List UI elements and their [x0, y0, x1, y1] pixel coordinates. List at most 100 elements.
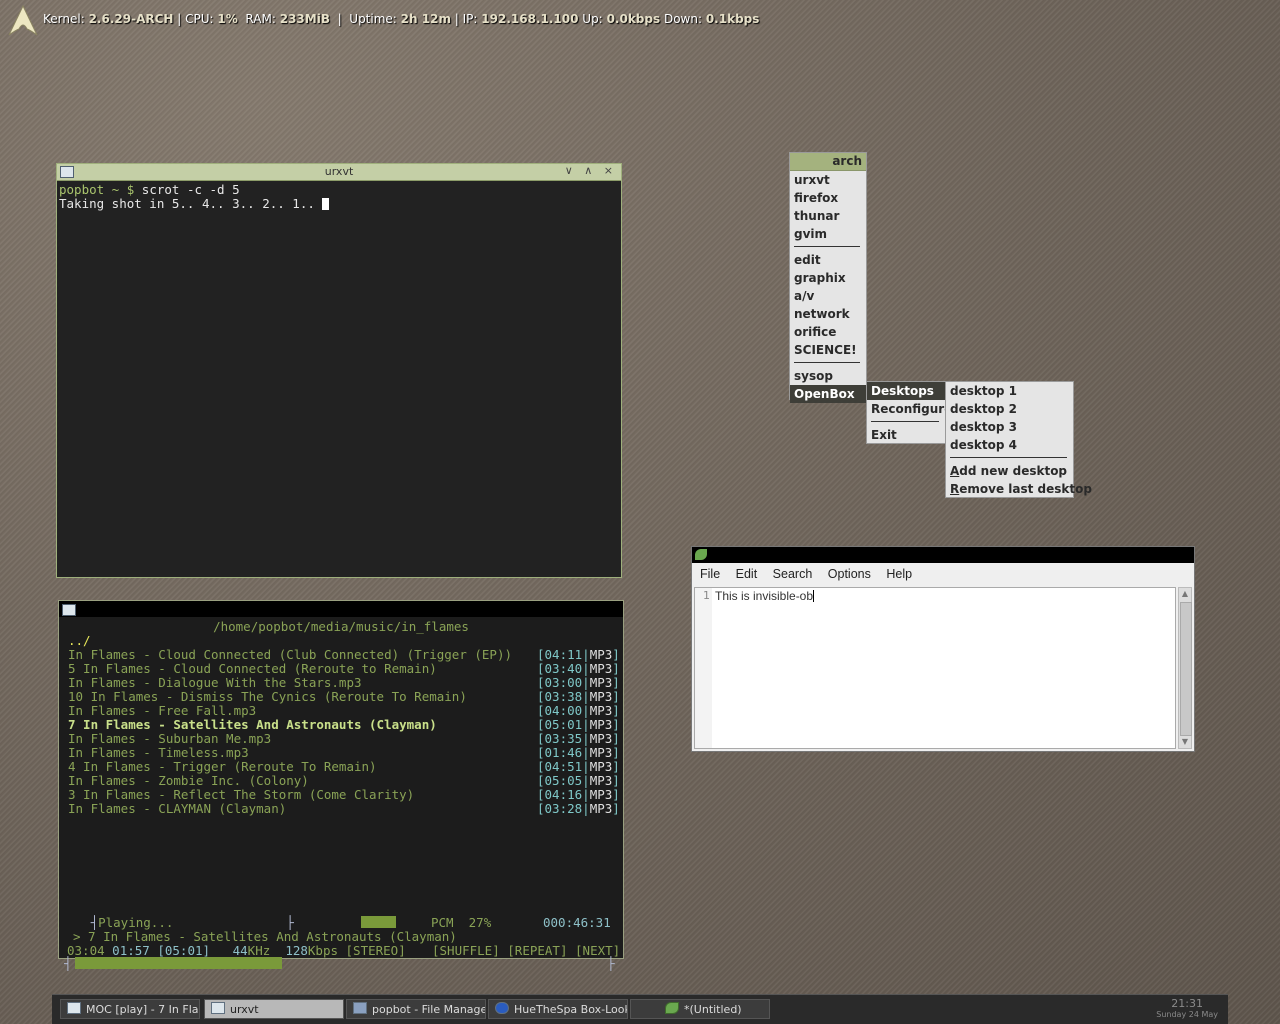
task-editor[interactable]: *(Untitled): [630, 999, 770, 1019]
track-item[interactable]: In Flames - Free Fall.mp3: [68, 704, 256, 718]
desktops-submenu[interactable]: desktop 1 desktop 2 desktop 3 desktop 4 Add…: [945, 381, 1092, 498]
task-label: HueTheSpa Box-Look...: [514, 1003, 627, 1016]
moc-directory: /home/popbot/media/music/in_flames: [213, 619, 469, 634]
clock[interactable]: 21:31 Sunday 24 May: [1156, 997, 1218, 1020]
track-item[interactable]: 7 In Flames - Satellites And Astronauts …: [68, 718, 437, 732]
menu-item-exit[interactable]: Exit: [867, 426, 945, 444]
track-format: MP3: [589, 675, 613, 690]
menu-item-a-v[interactable]: a/v: [790, 287, 866, 305]
scroll-down-icon[interactable]: ▼: [1179, 736, 1191, 748]
menu-item-desktop-3[interactable]: desktop 3: [946, 418, 1073, 436]
track-item[interactable]: In Flames - CLAYMAN (Clayman): [68, 802, 286, 816]
track-duration: [03:40|MP3]: [537, 661, 620, 676]
task-firefox[interactable]: HueTheSpa Box-Look...: [488, 999, 628, 1019]
scroll-up-icon[interactable]: ▲: [1179, 588, 1191, 600]
menu-item-add-desktop[interactable]: Add new desktop: [946, 462, 1073, 480]
track-time: 03:40: [544, 661, 583, 676]
progress-left-bracket: ┤: [64, 956, 72, 971]
track-item[interactable]: 4 In Flames - Trigger (Reroute To Remain…: [68, 760, 377, 774]
window-title: urxvt: [324, 165, 354, 178]
arch-logo-icon[interactable]: [6, 4, 40, 38]
vertical-scrollbar[interactable]: ▲ ▼: [1178, 587, 1192, 749]
track-format: MP3: [589, 647, 613, 662]
editor-text[interactable]: This is invisible-ob: [715, 589, 815, 603]
track-time: 03:35: [544, 731, 583, 746]
clock-date: Sunday 24 May: [1156, 1010, 1218, 1019]
editor-titlebar[interactable]: [692, 547, 1194, 563]
menu-item-science[interactable]: SCIENCE!: [790, 341, 866, 359]
track-time: 03:00: [544, 675, 583, 690]
track-format: MP3: [589, 787, 613, 802]
track-item[interactable]: 3 In Flames - Reflect The Storm (Come Cl…: [68, 788, 414, 802]
track-time: 05:01: [544, 717, 583, 732]
task-file-manager[interactable]: popbot - File Manager: [346, 999, 486, 1019]
track-item[interactable]: In Flames - Dialogue With the Stars.mp3: [68, 676, 362, 690]
volume-bar[interactable]: [361, 916, 396, 928]
menu-item-orifice[interactable]: orifice: [790, 323, 866, 341]
menu-file[interactable]: File: [700, 567, 720, 581]
menu-item-firefox[interactable]: firefox: [790, 189, 866, 207]
menu-item-reconfigure[interactable]: Reconfigure: [867, 400, 952, 418]
menu-item-openbox[interactable]: OpenBox: [790, 385, 866, 403]
folder-icon: [353, 1002, 367, 1014]
menu-help[interactable]: Help: [886, 567, 912, 581]
menu-group-sysop: sysop: [790, 367, 866, 385]
moc-window[interactable]: /home/popbot/media/music/in_flames ../ I…: [58, 600, 624, 971]
menu-item-graphix[interactable]: graphix: [790, 269, 866, 287]
urxvt-titlebar[interactable]: urxvt ∨ ∧ ×: [57, 164, 621, 181]
terminal-content[interactable]: popbot ~ $ scrot -c -d 5 Taking shot in …: [57, 181, 621, 213]
menu-item-network[interactable]: network: [790, 305, 866, 323]
track-format: MP3: [589, 773, 613, 788]
parent-dir-item[interactable]: ../: [68, 634, 91, 648]
track-item[interactable]: 5 In Flames - Cloud Connected (Reroute t…: [68, 662, 437, 676]
track-duration: [04:11|MP3]: [537, 647, 620, 662]
repeat-toggle[interactable]: [REPEAT]: [507, 943, 567, 958]
leafpad-icon[interactable]: [695, 549, 707, 560]
task-urxvt[interactable]: urxvt: [204, 999, 344, 1019]
menu-item-gvim[interactable]: gvim: [790, 225, 866, 243]
window-buttons[interactable]: ∨ ∧ ×: [565, 164, 617, 177]
menu-item-desktop-1[interactable]: desktop 1: [946, 382, 1073, 400]
track-time: 04:00: [544, 703, 583, 718]
menu-item-desktop-4[interactable]: desktop 4: [946, 436, 1073, 454]
menu-item-desktops[interactable]: Desktops: [867, 382, 945, 400]
track-item[interactable]: In Flames - Zombie Inc. (Colony): [68, 774, 309, 788]
menu-edit[interactable]: Edit: [736, 567, 758, 581]
taskbar: MOC [play] - 7 In Fla... urxvt popbot - …: [52, 994, 1228, 1024]
track-item[interactable]: 10 In Flames - Dismiss The Cynics (Rerou…: [68, 690, 467, 704]
urxvt-window[interactable]: urxvt ∨ ∧ × popbot ~ $ scrot -c -d 5 Tak…: [56, 163, 622, 578]
progress-bar[interactable]: [75, 957, 282, 969]
play-modes: [SHUFFLE] [REPEAT] [NEXT]: [432, 944, 620, 958]
scroll-thumb[interactable]: [1180, 602, 1192, 736]
task-moc[interactable]: MOC [play] - 7 In Fla...: [60, 999, 200, 1019]
openbox-root-menu[interactable]: arch urxvt firefox thunar gvim edit graphix a…: [789, 152, 867, 403]
openbox-submenu[interactable]: Desktops Reconfigure Exit: [866, 381, 952, 444]
editor-text-area[interactable]: 1 This is invisible-ob: [694, 587, 1176, 749]
menu-item-desktop-2[interactable]: desktop 2: [946, 400, 1073, 418]
status-bar: Kernel: 2.6.29-ARCH | CPU: 1% RAM: 233Mi…: [0, 0, 1280, 40]
mixer-name: PCM: [431, 915, 454, 930]
channels: [STEREO]: [345, 943, 406, 958]
menu-item-sysop[interactable]: sysop: [790, 367, 866, 385]
shuffle-toggle[interactable]: [SHUFFLE]: [432, 943, 500, 958]
terminal-prompt: popbot ~ $: [59, 182, 135, 197]
moc-body[interactable]: /home/popbot/media/music/in_flames ../ I…: [59, 617, 623, 971]
window-icon[interactable]: [62, 604, 76, 616]
menu-options[interactable]: Options: [828, 567, 871, 581]
menu-item-thunar[interactable]: thunar: [790, 207, 866, 225]
track-item[interactable]: In Flames - Cloud Connected (Club Connec…: [68, 648, 512, 662]
moc-titlebar[interactable]: [59, 601, 623, 617]
track-item[interactable]: In Flames - Suburban Me.mp3: [68, 732, 271, 746]
task-label: urxvt: [230, 1003, 259, 1016]
menu-item-remove-desktop[interactable]: Remove last desktop: [946, 480, 1092, 498]
editor-window[interactable]: File Edit Search Options Help 1 This is …: [691, 546, 1195, 752]
track-time: 04:51: [544, 759, 583, 774]
menu-item-label: dd new desktop: [959, 464, 1068, 478]
track-item[interactable]: In Flames - Timeless.mp3: [68, 746, 249, 760]
menu-item-edit[interactable]: edit: [790, 251, 866, 269]
menu-item-urxvt[interactable]: urxvt: [790, 171, 866, 189]
globe-icon: [495, 1002, 509, 1014]
menu-search[interactable]: Search: [773, 567, 813, 581]
time-info: 03:04 01:57 [05:01] 44KHz 128Kbps [STERE…: [67, 944, 406, 958]
track-duration: [05:01|MP3]: [537, 717, 620, 732]
